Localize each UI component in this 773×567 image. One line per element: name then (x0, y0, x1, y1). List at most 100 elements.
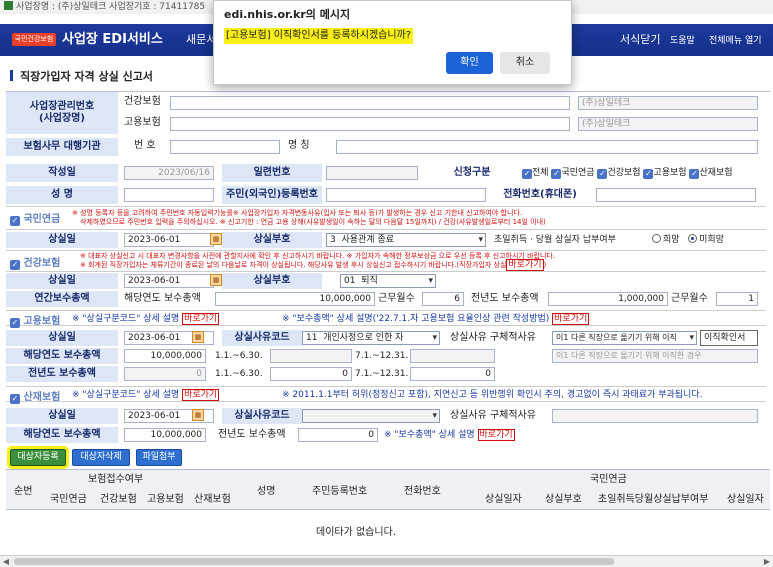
attach-file-button[interactable]: 파일첨부 (136, 449, 182, 466)
col-no: 순번 (14, 486, 33, 497)
apply-options[interactable]: ✓ 전체 ✓ 국민연금 ✓ 건강보험 ✓ 고용보험 ✓ 산재보험 (522, 166, 733, 180)
health-prev-year-label: 전년도 보수총액 (471, 293, 539, 304)
business-info-text: 사업장명 : (주)상일테크 사업장기호 : 71411785 (16, 2, 206, 12)
health-months-label: 근무월수 (378, 293, 415, 304)
employ-prev-amount: 0 (124, 367, 206, 381)
injury-link-2[interactable]: 바로가기 (477, 429, 515, 441)
title-bar-icon (10, 70, 13, 81)
scroll-left-icon[interactable]: ◀ (0, 556, 12, 567)
delete-target-button[interactable]: 대상자삭제 (72, 449, 130, 466)
brand-title[interactable]: 사업장 EDI서비스 (62, 30, 163, 50)
employ-detail-text: 이1 다른 직장으로 옮기기 위해 이직한 경우 (552, 349, 758, 363)
injury-cur-amount[interactable]: 10,000,000 (124, 428, 206, 442)
col-sub-pension: 국민연금 (50, 494, 87, 505)
employ-cur-amount[interactable]: 10,000,000 (124, 349, 206, 363)
nav-open-all-menu[interactable]: 전체메뉴 열기 (709, 34, 762, 48)
pension-note-1: ※ 성명 등록자 등을 고려하여 주민번호 자동입력기능를※ 사업장가입자 자격… (72, 209, 523, 217)
scroll-thumb[interactable] (14, 558, 614, 565)
employ-period-2-input (410, 349, 495, 363)
checkbox-injury-icon[interactable]: ✓ (689, 169, 700, 179)
employ-prev-p2-input[interactable]: 0 (410, 367, 495, 381)
agency-no-input[interactable] (170, 140, 280, 154)
employ-reason-select[interactable]: 11 개인사정으로 인한 자 (302, 331, 440, 345)
col-phone: 전화번호 (404, 486, 441, 497)
pension-title[interactable]: ✓ 국민연금 (10, 210, 60, 226)
checkbox-employ-icon[interactable]: ✓ (643, 169, 654, 179)
health-biz-no-input[interactable] (170, 96, 570, 110)
injury-guide-2: ※ "보수총액" 상세 설명 바로가기 (384, 429, 515, 441)
agency-name-label: 명 칭 (288, 140, 310, 151)
pension-note-2: 삭제하였으므로 주민번호 입력을 주의하십시오. ※ 신고기한 : 연금 고용 … (80, 218, 546, 226)
employ-biz-label: 고용보험 (124, 117, 161, 128)
pension-loss-code-select[interactable]: 3 사용관계 종료 (326, 233, 486, 247)
employ-guide-1: ※ "상실구분코드" 상세 설명 바로가기 (72, 313, 220, 325)
injury-guide-1: ※ "상실구분코드" 상세 설명 바로가기 (72, 389, 220, 401)
add-target-button[interactable]: 대상자등록 (7, 446, 69, 469)
injury-detail-input (552, 409, 758, 423)
dialog-cancel-button[interactable]: 취소 (500, 52, 550, 74)
injury-prev-amount[interactable]: 0 (298, 428, 378, 442)
employ-period-1: 1.1.~6.30. (215, 351, 263, 361)
employ-link-2[interactable]: 바로가기 (552, 313, 590, 325)
pension-payment-radio[interactable]: 희망 미희망 (652, 233, 724, 247)
employ-guide-2: ※ "보수총액" 상세 설명('22.7.1.자 고용보험 요율인상 관련 작성… (282, 313, 590, 325)
health-annual-label: 연간보수총액 (6, 291, 118, 307)
health-loss-code-label: 상실부호 (222, 273, 322, 289)
calendar-icon[interactable]: ▦ (192, 331, 204, 343)
injury-prev-year-label: 전년도 보수총액 (218, 429, 286, 440)
health-link[interactable]: 바로가기 (506, 259, 544, 271)
checkbox-all-icon[interactable]: ✓ (522, 169, 532, 179)
calendar-icon[interactable]: ▦ (192, 409, 204, 421)
site-icon (4, 1, 13, 10)
calendar-icon[interactable]: ▦ (210, 233, 222, 245)
date-input: 2023/06/16 (124, 166, 214, 180)
health-prev-amount[interactable]: 1,000,000 (548, 292, 668, 306)
apply-label: 신청구분 (453, 167, 491, 178)
rrn-input[interactable] (326, 188, 486, 202)
agency-no-label: 번 호 (134, 140, 156, 151)
nav-help[interactable]: 도움말 (670, 34, 695, 48)
health-cur-year-amount[interactable]: 10,000,000 (215, 292, 375, 306)
dialog-ok-button[interactable]: 확인 (446, 52, 493, 74)
employ-prev-p1-input[interactable]: 0 (270, 367, 352, 381)
employ-link-1[interactable]: 바로가기 (182, 313, 220, 325)
checkbox-health-icon[interactable]: ✓ (597, 169, 608, 179)
health-loss-code-select[interactable]: 01 퇴직 (340, 274, 436, 288)
radio-no-icon (688, 234, 698, 243)
health-cur-months[interactable]: 6 (422, 292, 464, 306)
phone-input[interactable] (596, 188, 756, 202)
health-loss-date-input[interactable]: 2023-06-01 (124, 274, 214, 288)
health-title[interactable]: ✓ 건강보험 (10, 254, 60, 270)
injury-reason-select[interactable] (302, 409, 440, 423)
employ-detail-select[interactable]: 이1 다른 직장으로 옮기기 위해 이직 (552, 331, 697, 345)
health-check-icon: ✓ (10, 260, 20, 270)
serial-label: 일련번호 (222, 164, 322, 182)
nav-menu-new-doc[interactable]: 새문서 (186, 32, 216, 48)
agency-name-input[interactable] (336, 140, 758, 154)
confirm-dialog: edi.nhis.or.kr의 메시지 [고용보험] 이직확인서를 등록하시겠습… (213, 0, 572, 85)
calendar-icon[interactable]: ▦ (210, 274, 222, 286)
agency-label: 보험사무 대행기관 (6, 138, 118, 156)
col-sub-employ: 고용보험 (147, 494, 184, 505)
employ-biz-no-input[interactable] (170, 117, 570, 131)
injury-check-icon: ✓ (10, 394, 20, 404)
name-label: 성 명 (6, 186, 118, 204)
col-pension-sub-date-2: 상실일자 (727, 494, 764, 505)
employ-cert-button[interactable]: 이직확인서 (700, 330, 758, 346)
injury-loss-date-label: 상실일 (6, 408, 118, 424)
col-sub-injury: 산재보험 (194, 494, 231, 505)
phone-label: 전화번호(휴대폰) (503, 189, 577, 200)
col-pension-sub-code: 상실부호 (545, 494, 582, 505)
pension-loss-date-input[interactable]: 2023-06-01 (124, 233, 214, 247)
scroll-right-icon[interactable]: ▶ (761, 556, 773, 567)
nav-close-form[interactable]: 서식닫기 (620, 32, 660, 48)
employ-title[interactable]: ✓ 고용보험 (10, 312, 60, 328)
rrn-label: 주민(외국인)등록번호 (222, 186, 322, 204)
horizontal-scrollbar[interactable]: ◀ ▶ (0, 555, 773, 567)
name-input[interactable] (124, 188, 214, 202)
health-prev-months[interactable]: 1 (716, 292, 758, 306)
injury-title[interactable]: ✓ 산재보험 (10, 388, 60, 404)
injury-link-1[interactable]: 바로가기 (182, 389, 220, 401)
checkbox-pension-icon[interactable]: ✓ (551, 169, 562, 179)
employ-reason-label: 상실사유코드 (222, 330, 302, 346)
